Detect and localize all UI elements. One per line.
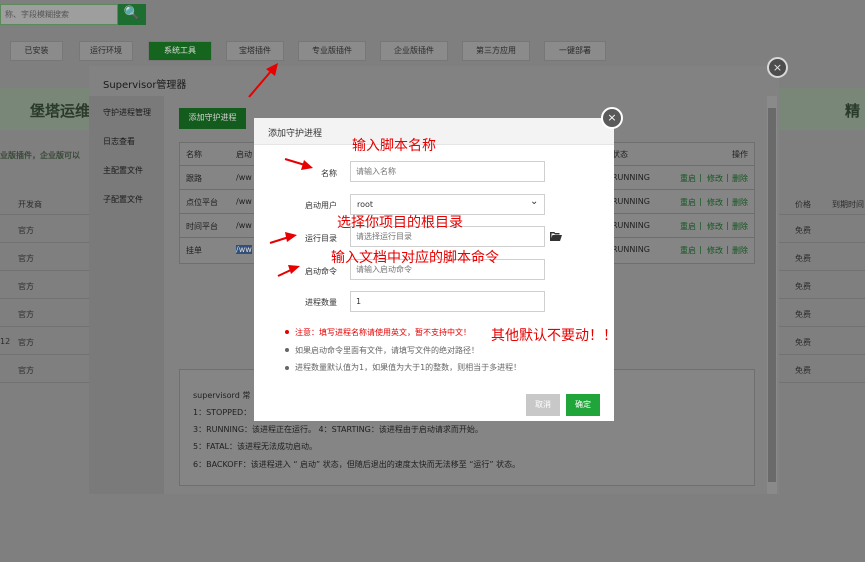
annotation-arrows [248,63,313,277]
